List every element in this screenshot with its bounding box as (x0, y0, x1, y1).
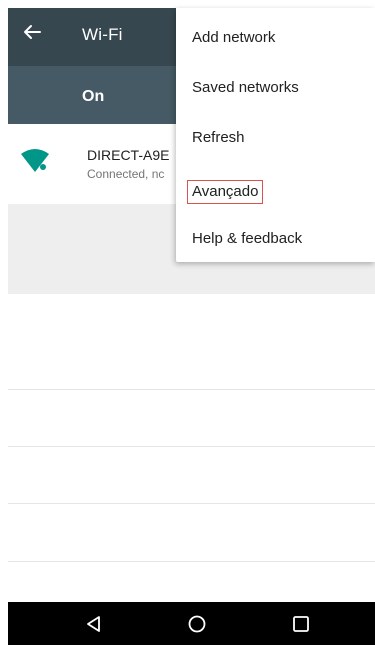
menu-item-add-network[interactable]: Add network (192, 29, 275, 47)
list-divider (8, 446, 375, 447)
square-recents-icon[interactable] (290, 613, 312, 635)
menu-item-refresh[interactable]: Refresh (192, 129, 245, 147)
menu-item-saved-networks[interactable]: Saved networks (192, 79, 299, 97)
list-divider (8, 561, 375, 562)
circle-home-icon[interactable] (186, 613, 208, 635)
network-status: Connected, nc (87, 167, 165, 181)
list-divider (8, 503, 375, 504)
wifi-switch-label: On (82, 88, 105, 105)
menu-item-advanced[interactable]: Avançado (187, 180, 264, 204)
wifi-locked-icon (21, 149, 49, 172)
menu-item-help-feedback[interactable]: Help & feedback (192, 230, 302, 248)
triangle-back-icon[interactable] (83, 613, 105, 635)
page-title: Wi-Fi (82, 25, 123, 44)
list-divider (8, 389, 375, 390)
arrow-back-icon[interactable] (20, 20, 44, 44)
network-name: DIRECT-A9E (87, 147, 170, 163)
